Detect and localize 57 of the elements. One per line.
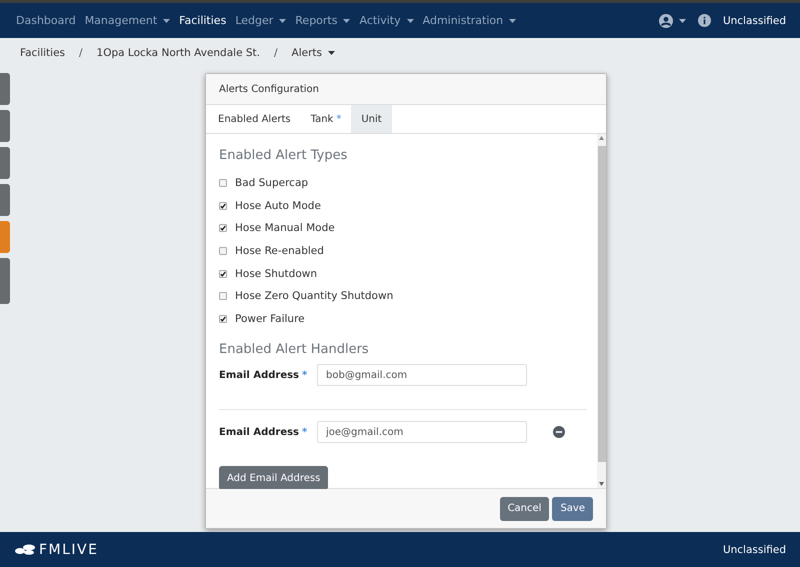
brand-logo: FMLIVE [39,542,98,558]
checkbox-label[interactable]: Hose Auto Mode [235,200,321,212]
nav-link[interactable]: Administration [418,14,520,27]
checkbox-label[interactable]: Hose Zero Quantity Shutdown [235,290,394,302]
checkbox-label[interactable]: Hose Shutdown [235,268,318,280]
scroll-up-icon[interactable] [599,136,604,140]
breadcrumb-link[interactable]: Facilities [20,47,65,59]
logo-icon [14,544,36,555]
breadcrumb-link[interactable]: Alerts [292,47,336,59]
checkbox[interactable] [219,224,227,232]
tab[interactable]: Tank * [300,105,352,133]
field-label: Email Address [219,370,300,381]
user-menu[interactable] [658,14,686,28]
modal-title: Alerts Configuration [219,84,320,94]
classification-label: Unclassified [722,14,786,26]
breadcrumb-separator: / [79,47,83,59]
nav-link[interactable]: Activity [355,14,418,27]
section-heading: Enabled Alert Types [219,148,348,163]
tab[interactable]: Unit [351,105,392,133]
caret-icon [678,18,686,22]
nav-link[interactable]: Ledger [231,14,290,27]
checkbox-label[interactable]: Bad Supercap [235,177,308,190]
scroll-down-icon[interactable] [599,482,604,486]
checkbox[interactable] [219,292,227,300]
side-tab[interactable] [0,184,10,216]
nav-link[interactable]: Management [80,14,174,27]
add-email-button[interactable]: Add Email Address [219,466,328,490]
side-tab[interactable] [0,73,10,105]
breadcrumb-link[interactable]: 1Opa Locka North Avendale St. [96,47,260,59]
save-button[interactable]: Save [552,496,593,520]
tab[interactable]: Enabled Alerts [208,105,301,133]
checkbox-label[interactable]: Power Failure [235,312,305,325]
breadcrumb-separator: / [274,47,278,59]
input-field[interactable]: bob@gmail.com [317,364,527,386]
field-label: Email Address [219,426,300,438]
cancel-button[interactable]: Cancel [500,496,550,520]
nav-link[interactable]: Dashboard [12,14,80,27]
checkbox[interactable] [219,314,227,323]
info-icon[interactable] [698,14,711,27]
section-heading: Enabled Alert Handlers [219,342,370,358]
required-mark: * [302,370,308,381]
checkbox-label[interactable]: Hose Re-enabled [235,245,324,258]
scrollbar[interactable] [597,134,606,488]
checkbox-label[interactable]: Hose Manual Mode [235,222,335,234]
side-tab[interactable] [0,110,10,142]
classification-label: Unclassified [722,544,786,556]
checkbox[interactable] [219,247,227,256]
input-field[interactable]: joe@gmail.com [317,421,527,444]
checkbox[interactable] [219,270,227,278]
nav-link[interactable]: Facilities [175,14,230,27]
user-icon [658,14,673,28]
required-mark: * [302,426,308,438]
remove-icon[interactable] [553,426,565,438]
checkbox[interactable] [219,202,227,210]
side-tab[interactable] [0,147,10,179]
checkbox[interactable] [219,179,227,188]
nav-link[interactable]: Reports [291,14,354,27]
